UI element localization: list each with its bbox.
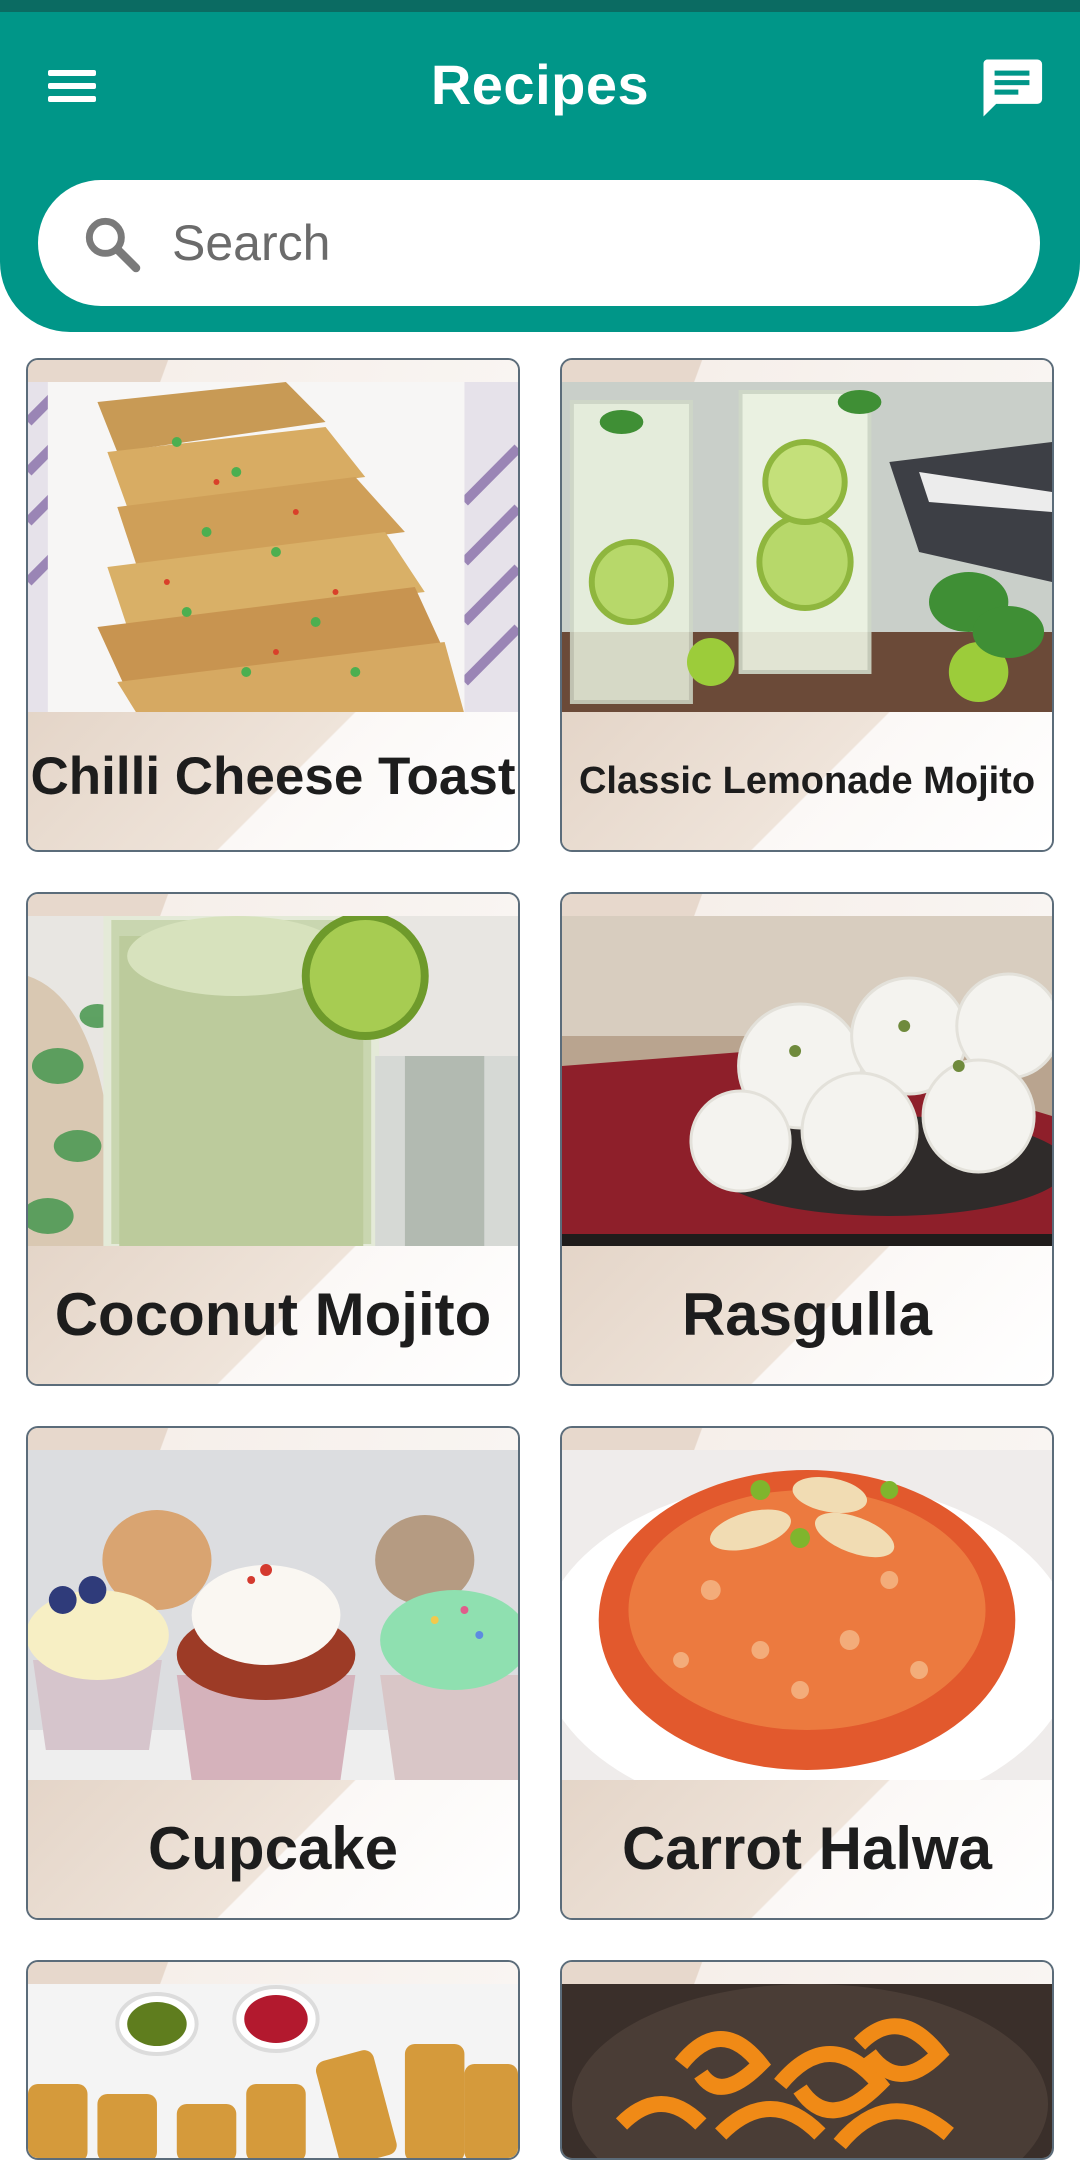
recipe-image: [562, 382, 1052, 714]
page-title: Recipes: [430, 53, 650, 116]
chat-icon: [983, 59, 1043, 117]
search-icon: [85, 217, 141, 273]
recipe-title: Chilli Cheese Toast: [30, 747, 516, 806]
recipe-image: [562, 1984, 1052, 2158]
recipe-card-footer: Coconut Mojito: [28, 1246, 518, 1384]
recipe-card-footer: Rasgulla: [562, 1246, 1052, 1384]
recipe-image: [28, 1450, 518, 1782]
recipe-image: [28, 382, 518, 714]
recipe-card-cupcake[interactable]: Cupcake: [26, 1426, 520, 1920]
recipe-card-rasgulla[interactable]: Rasgulla: [560, 892, 1054, 1386]
search-input[interactable]: [172, 208, 972, 278]
recipe-title: Classic Lemonade Mojito: [578, 760, 1036, 802]
chat-button[interactable]: [974, 50, 1050, 126]
recipe-image: [28, 916, 518, 1248]
app-bar: Recipes: [0, 12, 1080, 154]
recipe-card-footer: Carrot Halwa: [562, 1780, 1052, 1918]
recipe-grid: Chilli Cheese Toast Classic Lemonade Moj…: [26, 358, 1054, 2160]
recipe-card-footer: Cupcake: [28, 1780, 518, 1918]
recipe-card-chilli-cheese-toast[interactable]: Chilli Cheese Toast: [26, 358, 520, 852]
recipe-card-coconut-mojito[interactable]: Coconut Mojito: [26, 892, 520, 1386]
recipe-card[interactable]: [560, 1960, 1054, 2160]
recipe-card-footer: Chilli Cheese Toast: [28, 712, 518, 850]
recipe-card[interactable]: [26, 1960, 520, 2160]
recipe-card-carrot-halwa[interactable]: Carrot Halwa: [560, 1426, 1054, 1920]
recipe-title: Carrot Halwa: [621, 1815, 993, 1882]
recipe-image: [28, 1984, 518, 2158]
search-header: [0, 154, 1080, 332]
recipe-title: Coconut Mojito: [54, 1281, 492, 1348]
recipe-card-classic-lemonade-mojito[interactable]: Classic Lemonade Mojito: [560, 358, 1054, 852]
recipe-title: Rasgulla: [681, 1281, 933, 1348]
recipe-image: [562, 916, 1052, 1248]
search-bar[interactable]: [38, 180, 1040, 306]
recipe-title: Cupcake: [147, 1815, 399, 1882]
recipe-card-footer: Classic Lemonade Mojito: [562, 712, 1052, 850]
status-bar: [0, 0, 1080, 12]
recipe-image: [562, 1450, 1052, 1782]
